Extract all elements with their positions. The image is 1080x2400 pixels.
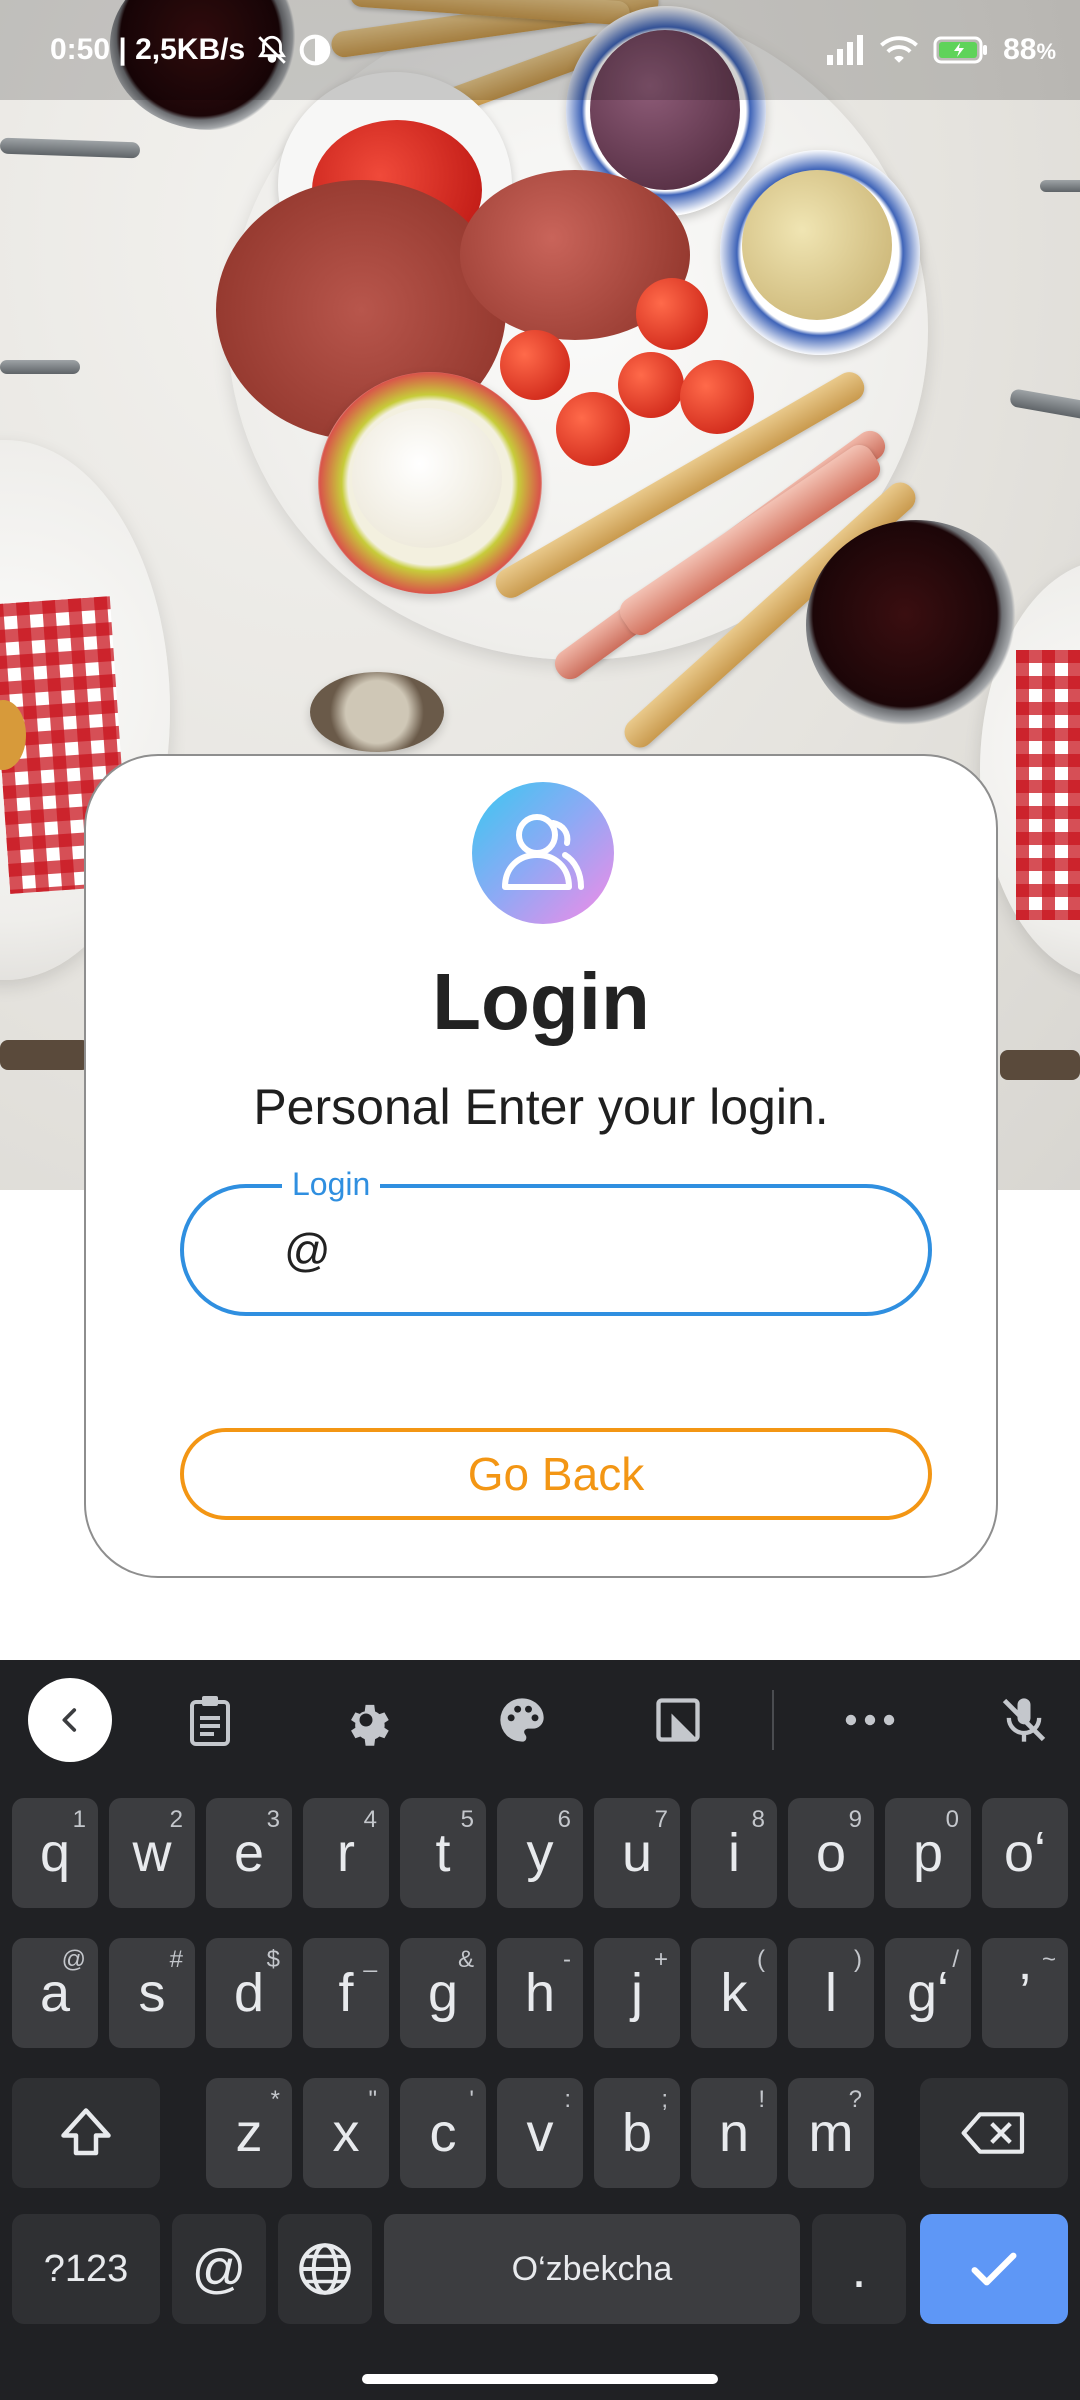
shift-key[interactable] bbox=[12, 2078, 160, 2188]
key-apostrophe[interactable]: ’ ~ bbox=[982, 1938, 1068, 2048]
key-q[interactable]: q1 bbox=[12, 1798, 98, 1908]
status-bar: 0:50 | 2,5KB/s 88% bbox=[0, 0, 1080, 100]
wifi-icon bbox=[879, 34, 919, 66]
key-c[interactable]: c ' bbox=[400, 2078, 486, 2188]
key-w[interactable]: w2 bbox=[109, 1798, 195, 1908]
key-i[interactable]: i8 bbox=[691, 1798, 777, 1908]
keyboard-toolbar bbox=[0, 1660, 1080, 1780]
key-y[interactable]: y6 bbox=[497, 1798, 583, 1908]
key-k[interactable]: k( bbox=[691, 1938, 777, 2048]
user-avatar-icon bbox=[472, 782, 614, 924]
key-a[interactable]: a @ bbox=[12, 1938, 98, 2048]
shift-arrow-icon bbox=[61, 2108, 111, 2156]
period-key[interactable]: . bbox=[812, 2214, 906, 2324]
language-key[interactable] bbox=[278, 2214, 372, 2324]
login-field-label: Login bbox=[282, 1166, 381, 1203]
key-o[interactable]: o9 bbox=[788, 1798, 874, 1908]
backspace-icon bbox=[961, 2112, 1025, 2154]
key-h[interactable]: h- bbox=[497, 1938, 583, 2048]
toolbar-divider bbox=[772, 1690, 774, 1750]
key-v[interactable]: v: bbox=[497, 2078, 583, 2188]
key-m[interactable]: m? bbox=[788, 2078, 874, 2188]
key-p[interactable]: p0 bbox=[885, 1798, 971, 1908]
status-time-and-speed: 0:50 | 2,5KB/s bbox=[50, 33, 246, 66]
key-n[interactable]: n! bbox=[691, 2078, 777, 2188]
key-d[interactable]: d $ bbox=[206, 1938, 292, 2048]
gear-icon[interactable] bbox=[336, 1690, 396, 1750]
key-o-apostrophe[interactable]: oʻ bbox=[982, 1798, 1068, 1908]
key-j[interactable]: j + bbox=[594, 1938, 680, 2048]
go-back-button[interactable]: Go Back bbox=[180, 1428, 932, 1520]
clipboard-icon[interactable] bbox=[180, 1690, 240, 1750]
key-x[interactable]: x " bbox=[303, 2078, 389, 2188]
key-l[interactable]: l) bbox=[788, 1938, 874, 2048]
notifications-muted-icon bbox=[255, 33, 289, 67]
enter-key[interactable] bbox=[920, 2214, 1068, 2324]
key-u[interactable]: u7 bbox=[594, 1798, 680, 1908]
key-f[interactable]: f _ bbox=[303, 1938, 389, 2048]
symbols-key[interactable]: ?123 bbox=[12, 2214, 160, 2324]
checkmark-icon bbox=[971, 2252, 1017, 2286]
battery-percent: 88% bbox=[1003, 33, 1056, 66]
key-g[interactable]: g & bbox=[400, 1938, 486, 2048]
chevron-left-icon bbox=[62, 1708, 77, 1732]
login-input[interactable] bbox=[284, 1218, 884, 1282]
battery-icon bbox=[933, 35, 989, 65]
microphone-off-icon[interactable] bbox=[994, 1690, 1054, 1750]
key-z[interactable]: z * bbox=[206, 2078, 292, 2188]
at-key[interactable]: @ bbox=[172, 2214, 266, 2324]
key-r[interactable]: r4 bbox=[303, 1798, 389, 1908]
key-t[interactable]: t5 bbox=[400, 1798, 486, 1908]
navigation-handle[interactable] bbox=[362, 2374, 718, 2384]
palette-icon[interactable] bbox=[492, 1690, 552, 1750]
signal-icon bbox=[825, 35, 865, 65]
login-card: Login Personal Enter your login. Login G… bbox=[84, 754, 998, 1578]
globe-icon bbox=[299, 2243, 351, 2295]
half-circle-app-icon bbox=[299, 34, 331, 66]
key-b[interactable]: b; bbox=[594, 2078, 680, 2188]
space-bar[interactable]: O‘zbekcha bbox=[384, 2214, 800, 2324]
soft-keyboard: q1 w2 e3 r4 t5 y6 u7 i8 o9 p0 oʻ a @ s # d… bbox=[0, 1660, 1080, 2400]
key-s[interactable]: s # bbox=[109, 1938, 195, 2048]
resize-keyboard-icon[interactable] bbox=[648, 1690, 708, 1750]
key-e[interactable]: e3 bbox=[206, 1798, 292, 1908]
more-options-icon[interactable] bbox=[840, 1690, 900, 1750]
toolbar-back-button[interactable] bbox=[28, 1678, 112, 1762]
login-subtitle: Personal Enter your login. bbox=[253, 1079, 829, 1135]
login-title: Login bbox=[432, 957, 650, 1046]
login-field[interactable]: Login bbox=[180, 1166, 932, 1316]
backspace-key[interactable] bbox=[920, 2078, 1068, 2188]
key-g-apostrophe[interactable]: gʻ / bbox=[885, 1938, 971, 2048]
